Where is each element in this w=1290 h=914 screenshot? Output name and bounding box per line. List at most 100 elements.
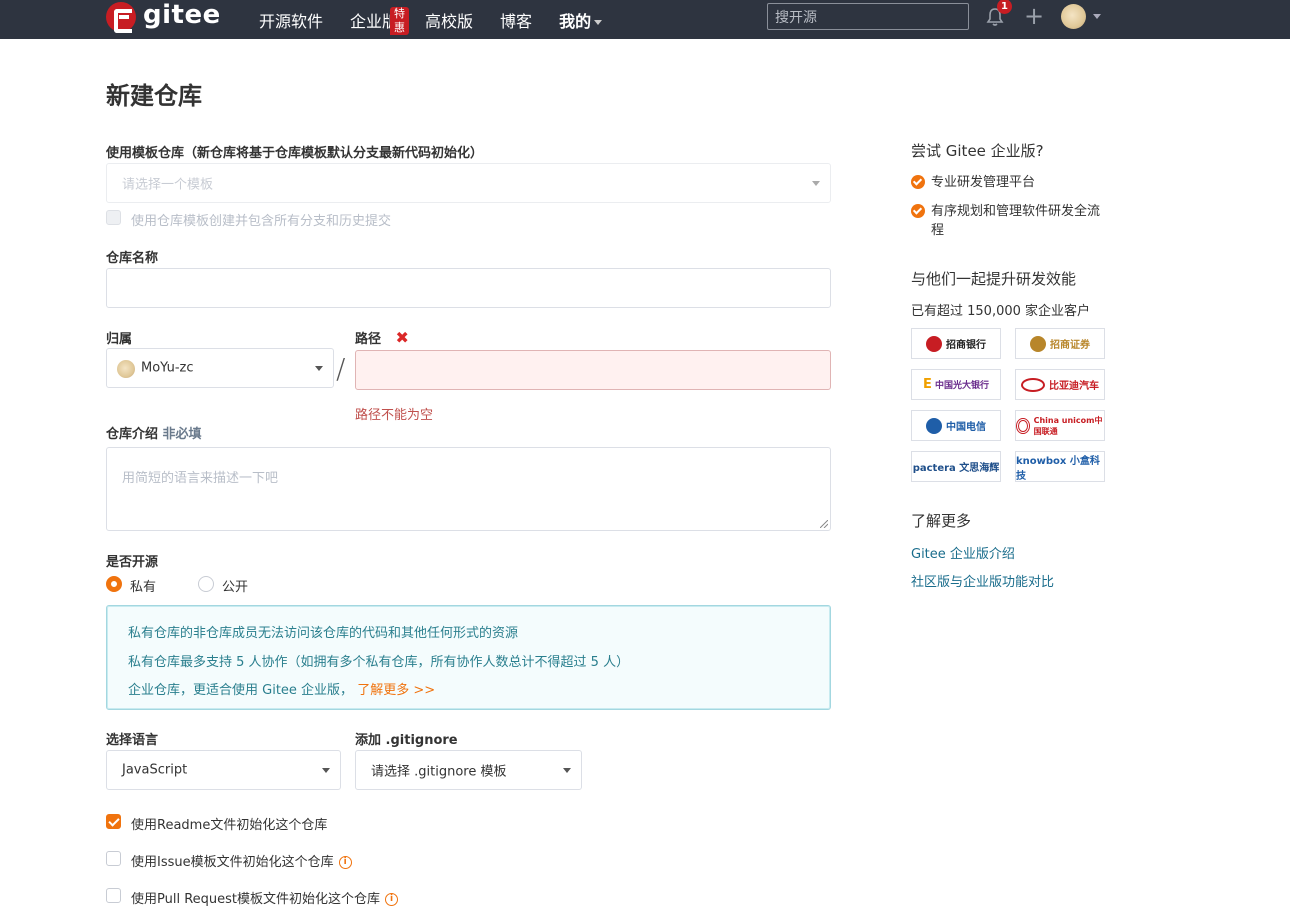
customer-logo-label: pactera 文思海辉 (912, 463, 1000, 474)
sidebar-together-title: 与他们一起提升研发效能 (911, 270, 1077, 288)
template-label: 使用模板仓库（新仓库将基于仓库模板默认分支最新代码初始化） (106, 146, 484, 161)
notice-line-2: 私有仓库最多支持 5 人协作（如拥有多个私有仓库，所有协作人数总计不得超过 5 … (128, 655, 630, 670)
feature-item: 有序规划和管理软件研发全流程 (911, 202, 1106, 240)
chevron-down-icon (812, 181, 820, 186)
info-icon[interactable]: i (385, 893, 399, 906)
logo-text: gitee (143, 0, 221, 30)
nav-open-source[interactable]: 开源软件 (259, 8, 323, 32)
notification-badge: 1 (997, 0, 1012, 14)
private-radio-label: 私有 (130, 580, 157, 595)
owner-name: MoYu-zc (141, 360, 194, 376)
customer-logo-label: 比亚迪汽车 (1049, 381, 1099, 392)
readme-checkbox-label: 使用Readme文件初始化这个仓库 (131, 818, 328, 833)
pr-template-checkbox[interactable] (106, 888, 121, 903)
public-radio[interactable] (198, 576, 214, 592)
gitee-logo[interactable]: gitee (106, 0, 221, 33)
customer-logo-label: knowbox 小盒科技 (1016, 455, 1100, 482)
avatar-chevron-down-icon[interactable] (1093, 14, 1101, 19)
path-error-message: 路径不能为空 (355, 408, 434, 423)
public-radio-label: 公开 (222, 580, 249, 595)
error-icon: ✖ (395, 328, 409, 347)
customer-logo-unicom: China unicom中国联通 (1015, 410, 1105, 441)
include-all-branches-checkbox[interactable] (106, 210, 121, 225)
feature-text: 专业研发管理平台 (931, 175, 1036, 190)
main-nav: 开源软件 企业版 特惠 高校版 博客 我的 (259, 0, 629, 39)
info-icon[interactable]: i (338, 856, 352, 869)
path-separator: / (336, 352, 346, 385)
cmb-logo-icon (926, 335, 942, 352)
learn-more-link[interactable]: 了解更多 >> (357, 683, 435, 698)
cms-logo-icon (1030, 335, 1046, 352)
description-label: 仓库介绍 (106, 427, 159, 442)
plus-icon[interactable]: + (1024, 4, 1044, 28)
repo-name-input[interactable] (106, 268, 831, 308)
resize-handle-icon[interactable] (820, 520, 828, 528)
nav-education[interactable]: 高校版 (425, 8, 473, 32)
promo-badge: 特惠 (390, 6, 410, 35)
nav-mine-label: 我的 (559, 11, 592, 31)
check-circle-icon (911, 204, 925, 218)
notice-line-1: 私有仓库的非仓库成员无法访问该仓库的代码和其他任何形式的资源 (128, 626, 519, 641)
readme-checkbox[interactable] (106, 814, 121, 829)
template-placeholder: 请选择一个模板 (122, 177, 214, 193)
language-select[interactable]: JavaScript (106, 750, 341, 790)
optional-tag: 非必填 (162, 427, 202, 442)
customer-logo-cmb: 招商银行 (911, 328, 1001, 359)
nav-enterprise[interactable]: 企业版 特惠 (350, 6, 410, 35)
owner-label: 归属 (106, 332, 133, 347)
gitignore-label: 添加 .gitignore (355, 733, 458, 748)
gitignore-value: 请选择 .gitignore 模板 (371, 764, 507, 780)
customer-logo-cms: 招商证券 (1015, 328, 1105, 359)
unicom-logo-icon (1016, 417, 1030, 434)
customer-logo-telecom: 中国电信 (911, 410, 1001, 441)
issue-template-checkbox[interactable] (106, 851, 121, 866)
byd-logo-icon (1021, 377, 1045, 392)
feature-text: 有序规划和管理软件研发全流程 (931, 204, 1101, 238)
issue-template-row: 使用Issue模板文件初始化这个仓库 i (131, 851, 352, 870)
top-navbar: gitee 开源软件 企业版 特惠 高校版 博客 我的 搜开源 1 + (0, 0, 1290, 39)
customer-logo-label: 中国光大银行 (934, 381, 989, 391)
customer-logo-byd: 比亚迪汽车 (1015, 369, 1105, 400)
pr-template-row: 使用Pull Request模板文件初始化这个仓库 i (131, 888, 399, 907)
ebank-logo-icon: E (923, 377, 932, 392)
customer-logo-label: China unicom中国联通 (1033, 415, 1103, 436)
page-title: 新建仓库 (106, 82, 202, 110)
issue-template-label: 使用Issue模板文件初始化这个仓库 (131, 855, 334, 870)
customer-logo-label: 中国电信 (946, 422, 986, 433)
description-label-row: 仓库介绍 非必填 (106, 423, 202, 442)
customers-count-text: 已有超过 150,000 家企业客户 (911, 304, 1091, 319)
chevron-down-icon (322, 768, 330, 773)
sidebar-try-title: 尝试 Gitee 企业版? (911, 142, 1044, 160)
repo-name-label: 仓库名称 (106, 251, 159, 266)
search-input[interactable]: 搜开源 (767, 3, 969, 30)
language-label: 选择语言 (106, 733, 159, 748)
description-placeholder: 用简短的语言来描述一下吧 (122, 471, 279, 486)
chevron-down-icon (594, 19, 603, 25)
path-input[interactable] (355, 350, 831, 390)
visibility-label: 是否开源 (106, 555, 159, 570)
customer-logo-ceb: E 中国光大银行 (911, 369, 1001, 400)
check-circle-icon (911, 175, 925, 189)
include-all-branches-label: 使用仓库模板创建并包含所有分支和历史提交 (131, 214, 392, 229)
customer-logo-pactera: pactera 文思海辉 (911, 451, 1001, 482)
owner-avatar (117, 360, 135, 378)
feature-item: 专业研发管理平台 (911, 173, 1106, 192)
notice-line-3-text: 企业仓库，更适合使用 Gitee 企业版， (128, 683, 354, 698)
enterprise-intro-link[interactable]: Gitee 企业版介绍 (911, 543, 1015, 562)
description-textarea[interactable]: 用简短的语言来描述一下吧 (106, 447, 831, 531)
nav-blog[interactable]: 博客 (500, 8, 532, 32)
language-value: JavaScript (122, 762, 188, 778)
compare-editions-link[interactable]: 社区版与企业版功能对比 (911, 571, 1054, 590)
customer-logo-knowbox: knowbox 小盒科技 (1015, 451, 1105, 482)
nav-mine[interactable]: 我的 (559, 8, 603, 32)
gitignore-select[interactable]: 请选择 .gitignore 模板 (355, 750, 582, 790)
pr-template-label: 使用Pull Request模板文件初始化这个仓库 (131, 892, 381, 907)
template-select[interactable]: 请选择一个模板 (106, 163, 831, 203)
user-avatar[interactable] (1061, 4, 1086, 29)
private-radio[interactable] (106, 576, 122, 592)
owner-select[interactable]: MoYu-zc (106, 348, 334, 388)
customer-logo-label: 招商证券 (1050, 340, 1090, 351)
learn-more-title: 了解更多 (911, 512, 972, 530)
path-label-row: 路径 ✖ (355, 328, 409, 347)
chevron-down-icon (563, 768, 571, 773)
